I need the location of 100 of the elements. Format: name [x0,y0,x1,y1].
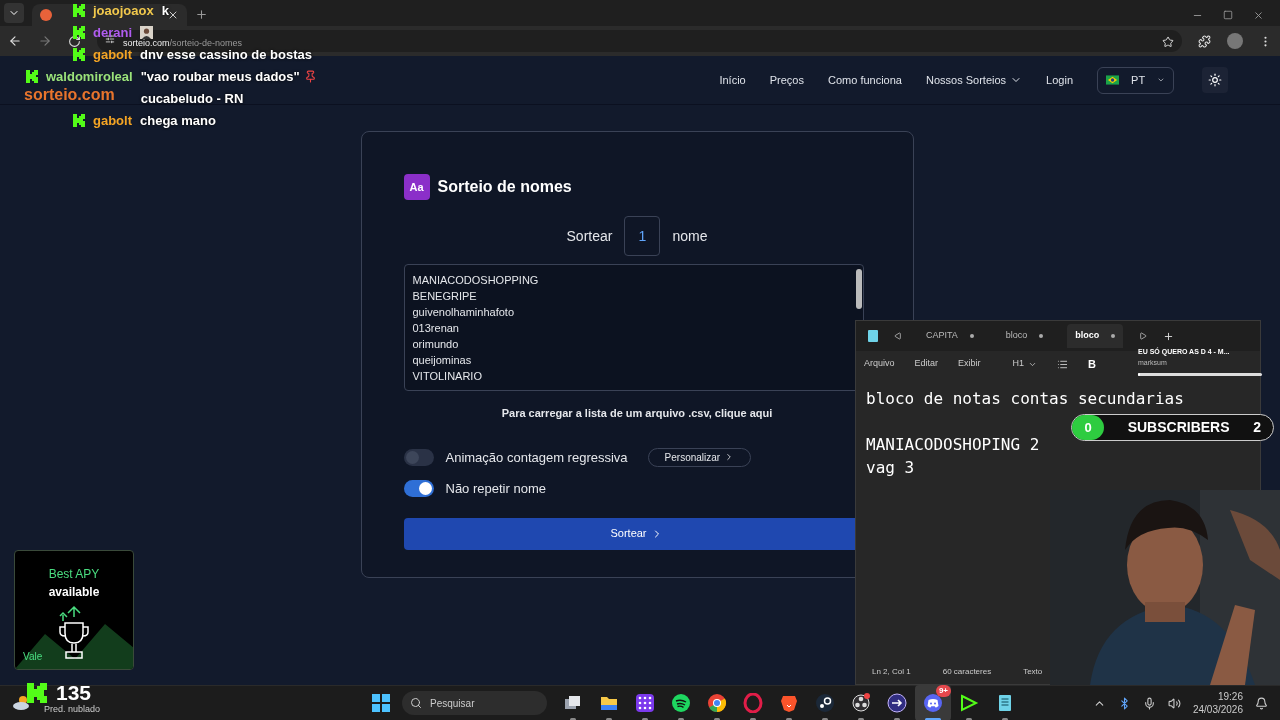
sun-icon [1208,73,1222,87]
browser-tab[interactable] [32,4,187,26]
subscriber-count-badge: 0 [1072,415,1104,440]
chat-username: gabolt [93,114,132,127]
nav-link[interactable]: Início [719,71,746,89]
ad-subtitle: available [48,584,100,601]
menu-item[interactable]: Exibir [958,357,981,371]
bold-button[interactable]: B [1088,355,1096,373]
arrow-app-icon[interactable] [887,693,907,713]
volume-icon[interactable] [1167,696,1181,710]
subscriber-count: 2 [1253,418,1261,437]
lion-icon[interactable] [779,693,799,713]
steam-icon[interactable] [815,693,835,713]
forward-icon[interactable] [38,34,52,48]
name-entry: queijominas [412,353,472,368]
notifications-icon[interactable] [1255,696,1268,710]
bookmark-icon[interactable] [1162,36,1174,48]
site-logo[interactable]: sorteio.com [24,87,115,103]
count-field[interactable]: 1 [624,216,661,256]
reload-icon[interactable] [68,34,81,48]
grid-app-icon[interactable] [635,693,655,713]
clock-time: 19:26 [1217,690,1243,703]
viewer-count: 135 [56,682,92,703]
language-select[interactable]: PT [1097,66,1174,94]
kick-badge-icon [26,70,38,83]
menu-item[interactable]: Arquivo [864,357,895,371]
spotify-icon[interactable] [671,693,691,713]
obs-icon[interactable] [851,693,871,713]
nav-link[interactable]: Login [1046,71,1073,89]
chrome-icon[interactable] [707,693,727,713]
note-line: MANIACODOSHOPING 2 [866,434,1041,456]
discord-icon[interactable] [923,693,943,713]
nav-link[interactable]: Preços [769,71,804,89]
name-entry: guivenolhaminhafoto [412,305,515,320]
search-icon [410,697,422,709]
status-text: 60 caracteres [942,666,992,678]
taskbar-search-field[interactable]: Pesquisar [402,691,547,715]
list-icon[interactable] [1057,358,1069,370]
chat-message: "vao roubar meus dados" [140,70,300,83]
option-label: Animação contagem regressiva [445,448,628,467]
card-title: Sorteio de nomes [437,177,572,197]
chat-message: cucabeludo - RN [140,92,245,105]
ad-brand: Vale [23,650,43,664]
maximize-icon[interactable] [1223,10,1233,20]
nav-link[interactable]: Nossos Sorteios [926,71,1023,89]
note-line: bloco de notas contas secundarias [866,388,1185,410]
chat-message: k [161,4,169,17]
chat-username: waldomiroleal [46,70,133,83]
kick-badge-icon [73,48,85,61]
status-text: Ln 2, Col 1 [872,666,911,678]
trophy-icon [57,605,91,661]
profile-avatar[interactable] [1227,33,1243,49]
heading-dropdown[interactable]: H1 [1012,357,1038,371]
extensions-icon[interactable] [1198,34,1211,48]
pin-icon [303,70,317,83]
csv-upload-link[interactable]: Para carregar a lista de um arquivo .csv, clique aqui [501,405,773,422]
windows-start-icon[interactable] [372,694,390,712]
editor-tab[interactable]: bloco [997,324,1052,348]
tab-list-button[interactable] [4,3,24,23]
new-tab-icon[interactable] [1163,330,1175,342]
kick-badge-icon [73,114,85,127]
url-text: sorteio.com/sorteio-de-nomes [123,39,243,48]
scroll-left-icon[interactable] [894,332,902,340]
names-textarea[interactable]: MANIACODOSHOPPING BENEGRIPE guivenolhaminhafoto 013renan orimundo queijominas VITOLINARIO [403,264,864,391]
close-icon[interactable] [1253,10,1264,21]
theme-toggle[interactable] [1202,67,1228,93]
clock-date: 24/03/2026 [1192,703,1243,716]
back-icon[interactable] [8,34,22,48]
kick-badge-icon [73,4,85,17]
toggle-switch[interactable] [403,448,434,466]
ad-title: Best APY [48,566,100,583]
name-entry: BENEGRIPE [412,289,477,304]
notepad-icon [868,330,878,342]
name-entry: orimundo [412,337,459,352]
editor-tab[interactable]: CAPITA [918,324,982,348]
status-text: Texto [1023,666,1043,678]
opera-icon[interactable] [743,693,763,713]
font-icon: Aa [403,174,430,200]
option-label: Não repetir nome [445,480,546,498]
new-tab-icon[interactable] [195,8,208,21]
toggle-switch[interactable] [403,480,434,498]
draw-button[interactable]: Sortear [403,517,856,550]
weather-text: Pred. nublado [44,703,101,717]
scroll-right-icon[interactable] [1139,332,1148,340]
brazil-flag-icon [1106,73,1120,87]
name-entry: VITOLINARIO [412,369,482,384]
note-line: vag 3 [866,457,916,479]
subscribers-label: SUBSCRIBERS [1126,418,1231,437]
name-entry: 013renan [412,321,459,336]
weather-icon [12,694,32,712]
kick-badge-icon [73,26,85,39]
name-entry: MANIACODOSHOPPING [412,273,539,288]
microphone-icon[interactable] [1142,696,1156,710]
play-icon[interactable] [959,693,979,713]
chat-username: joaojoaox [93,4,154,17]
chat-message: chega mano [140,114,216,127]
menu-item[interactable]: Editar [914,357,939,371]
editor-tab[interactable]: bloco [1067,324,1124,348]
nav-link[interactable]: Como funciona [828,71,902,89]
kick-logo-icon [26,682,48,704]
